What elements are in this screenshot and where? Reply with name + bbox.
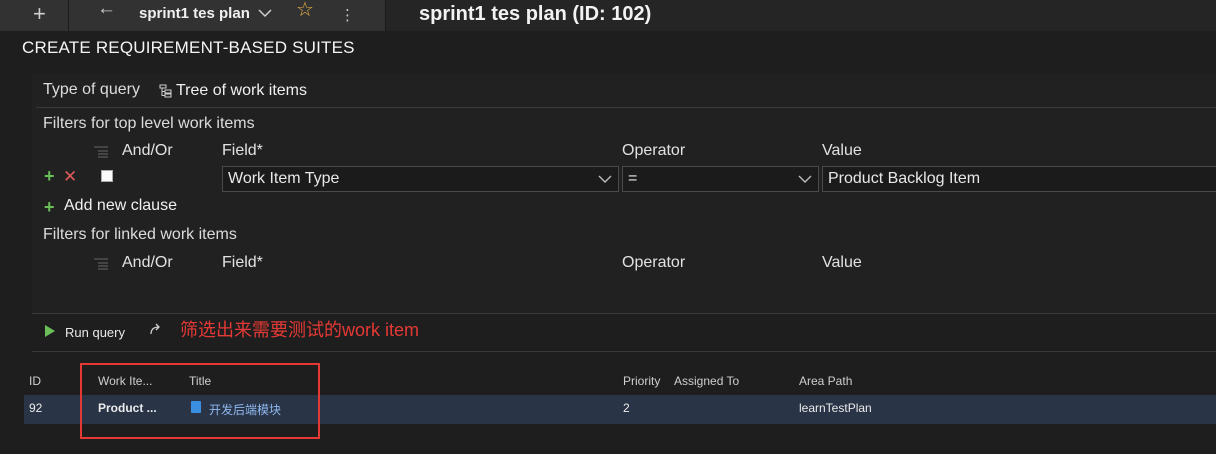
refresh-icon[interactable] xyxy=(148,322,164,343)
grid-header-area[interactable]: Area Path xyxy=(799,374,852,388)
add-clause-row-icon[interactable]: + xyxy=(44,166,55,187)
row-id: 92 xyxy=(29,401,43,415)
grid-header-id[interactable]: ID xyxy=(29,374,41,388)
value-input[interactable]: Product Backlog Item xyxy=(822,166,1216,192)
query-type-label: Type of query xyxy=(43,81,140,98)
col-operator: Operator xyxy=(622,142,686,159)
grid-header-priority[interactable]: Priority xyxy=(623,374,660,388)
linked-col-field: Field* xyxy=(222,254,263,271)
col-value: Value xyxy=(822,142,862,159)
arrow-left-icon[interactable]: ← xyxy=(97,0,116,20)
annotation-note: 筛选出来需要测试的work item xyxy=(180,320,420,340)
divider xyxy=(32,313,1216,314)
star-icon[interactable]: ☆ xyxy=(296,0,314,22)
row-area-path: learnTestPlan xyxy=(799,401,872,415)
col-field: Field* xyxy=(222,142,263,159)
field-select-value: Work Item Type xyxy=(228,170,340,187)
remove-clause-icon[interactable]: ✕ xyxy=(63,167,77,187)
clause-checkbox[interactable] xyxy=(101,170,113,182)
divider xyxy=(32,351,1216,352)
grip-icon xyxy=(94,146,108,161)
linked-filters-title: Filters for linked work items xyxy=(43,226,237,243)
chevron-down-icon xyxy=(598,167,612,199)
operator-select[interactable]: = xyxy=(622,166,819,192)
value-input-value: Product Backlog Item xyxy=(828,170,981,187)
linked-col-value: Value xyxy=(822,254,862,271)
field-select[interactable]: Work Item Type xyxy=(222,166,619,192)
col-and-or: And/Or xyxy=(122,142,173,159)
chevron-down-icon[interactable] xyxy=(257,5,273,24)
row-priority: 2 xyxy=(623,401,630,415)
query-panel xyxy=(32,74,1216,314)
top-filters-title: Filters for top level work items xyxy=(43,115,255,132)
linked-col-and-or: And/Or xyxy=(122,254,173,271)
add-new-clause-link[interactable]: Add new clause xyxy=(64,197,177,215)
linked-col-operator: Operator xyxy=(622,254,686,271)
plus-icon[interactable]: + xyxy=(33,1,46,27)
grid-header-assigned[interactable]: Assigned To xyxy=(674,374,739,388)
query-type-value[interactable]: Tree of work items xyxy=(176,82,307,100)
ellipsis-vertical-icon[interactable]: ⋮ xyxy=(340,6,355,24)
run-query-button[interactable]: Run query xyxy=(65,325,125,340)
annotation-highlight-box xyxy=(80,363,320,439)
plan-tab-name[interactable]: sprint1 tes plan xyxy=(139,5,250,22)
operator-select-value: = xyxy=(628,170,638,187)
page-title: sprint1 tes plan (ID: 102) xyxy=(419,3,652,25)
divider xyxy=(36,107,1216,108)
grip-icon xyxy=(94,258,108,273)
play-icon[interactable] xyxy=(45,325,55,337)
chevron-down-icon xyxy=(798,167,812,199)
plus-icon[interactable]: + xyxy=(44,197,55,218)
section-title: CREATE REQUIREMENT-BASED SUITES xyxy=(22,38,355,57)
tree-icon xyxy=(159,84,173,103)
